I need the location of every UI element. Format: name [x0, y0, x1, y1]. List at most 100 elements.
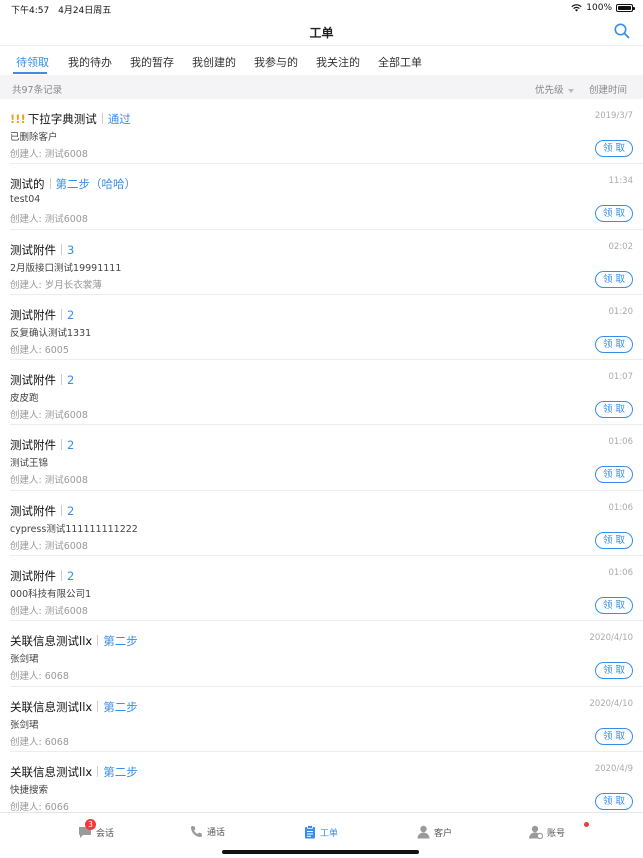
tab-my-todo[interactable]: 我的待办 — [68, 54, 112, 70]
title-separator — [101, 113, 103, 124]
tab-created-by-me[interactable]: 我创建的 — [192, 54, 236, 70]
battery-percent: 100% — [586, 3, 612, 13]
ticket-creator: 创建人: 6068 — [10, 736, 69, 748]
ticket-customer: 张剑珺 — [10, 719, 39, 731]
home-indicator[interactable] — [222, 850, 419, 854]
ticket-title-line: 测试附件 2 — [10, 372, 74, 388]
ticket-list: !!! 下拉字典测试 通过 已删除客户 创建人: 测试6008 2019/3/7 领取 测试的… — [0, 99, 643, 818]
bottom-tab-calls[interactable]: 通话 — [190, 825, 225, 838]
ticket-title: 测试附件 — [10, 569, 56, 584]
title-separator — [61, 504, 62, 516]
ticket-status: 通过 — [107, 112, 131, 126]
bottom-tab-tickets[interactable]: 工单 — [304, 825, 338, 839]
title-separator — [61, 243, 62, 255]
sort-created-time-button[interactable]: 创建时间 — [589, 82, 627, 96]
claim-button[interactable]: 领取 — [595, 270, 633, 288]
ticket-customer: 张剑珺 — [10, 654, 39, 666]
claim-button[interactable]: 领取 — [595, 727, 633, 745]
ticket-title: 测试附件 — [10, 307, 56, 322]
ticket-creator: 创建人: 测试6008 — [10, 214, 88, 226]
ticket-customer: cypress测试111111111222 — [10, 523, 138, 535]
ticket-row[interactable]: 测试附件 2 反复确认测试1331 创建人: 6005 01:20 领取 — [10, 295, 643, 361]
claim-button[interactable]: 领取 — [595, 597, 633, 615]
ticket-title-line: 关联信息测试llx 第二步 — [10, 764, 138, 780]
customer-icon — [417, 825, 430, 839]
tab-pending-claim[interactable]: 待领取 — [16, 54, 49, 70]
ticket-row[interactable]: 测试附件 2 cypress测试111111111222 创建人: 测试6008 01:… — [10, 491, 643, 557]
title-separator — [61, 374, 62, 386]
ticket-time: 01:07 — [608, 372, 634, 383]
ticket-status: 2 — [67, 503, 75, 518]
title-separator — [97, 700, 99, 712]
active-tab-indicator — [13, 72, 47, 74]
claim-button[interactable]: 领取 — [595, 466, 633, 484]
ticket-time: 2020/4/10 — [589, 633, 633, 644]
sort-priority-button[interactable]: 优先级 — [535, 82, 574, 96]
claim-button[interactable]: 领取 — [595, 531, 633, 549]
bottom-tab-account[interactable]: 账号 — [529, 825, 565, 839]
ticket-row[interactable]: 测试附件 3 2月版接口测试19991111 创建人: 岁月长衣裳薄 02:02 领取 — [10, 230, 643, 295]
bottom-tab-label: 客户 — [434, 828, 453, 839]
claim-button[interactable]: 领取 — [595, 792, 633, 810]
ticket-title: 测试附件 — [10, 242, 56, 257]
ticket-customer: 测试王锦 — [10, 458, 49, 470]
record-count: 共97条记录 — [12, 85, 63, 96]
ticket-status: 3 — [67, 242, 75, 257]
ticket-time: 2020/4/9 — [594, 763, 633, 774]
bottom-tab-label: 通话 — [207, 828, 226, 838]
bottom-tab-customers[interactable]: 客户 — [417, 825, 452, 839]
status-bar: 下午4:57 4月24日周五 100% — [0, 0, 643, 16]
tab-my-drafts[interactable]: 我的暂存 — [130, 54, 174, 70]
claim-button[interactable]: 领取 — [595, 401, 633, 419]
ticket-row[interactable]: 测试附件 2 测试王锦 创建人: 测试6008 01:06 领取 — [10, 425, 643, 491]
ticket-title: 测试的 — [10, 177, 45, 192]
ticket-creator: 创建人: 测试6008 — [10, 410, 88, 422]
bottom-tab-chat[interactable]: 3 会话 — [78, 819, 115, 839]
tab-followed[interactable]: 我关注的 — [316, 54, 360, 70]
sort-time-label: 创建时间 — [589, 85, 628, 96]
ticket-time: 01:06 — [608, 568, 634, 579]
ticket-title-line: 测试附件 2 — [10, 503, 74, 519]
battery-level — [618, 6, 631, 10]
ticket-row[interactable]: 测试附件 2 皮皮跑创建人: 测试6008 01:07 领取 — [10, 360, 643, 426]
claim-button[interactable]: 领取 — [595, 335, 633, 353]
ticket-time: 2019/3/7 — [594, 111, 633, 121]
battery-icon — [616, 4, 635, 12]
ticket-status: 2 — [67, 438, 75, 453]
ticket-row[interactable]: !!! 下拉字典测试 通过 已删除客户 创建人: 测试6008 2019/3/7 领取 — [10, 99, 643, 165]
ticket-creator: 创建人: 测试6008 — [10, 540, 88, 552]
ticket-status: 2 — [67, 569, 75, 584]
ticket-title-line: 测试的 第二步（哈哈） — [10, 176, 136, 192]
ticket-time: 02:02 — [608, 241, 634, 252]
title-separator — [61, 570, 62, 582]
bottom-tab-label: 会话 — [96, 828, 115, 839]
claim-button[interactable]: 领取 — [595, 205, 633, 223]
ticket-row[interactable]: 关联信息测试llx 第二步 张剑珺 创建人: 6068 2020/4/10 领取 — [10, 687, 643, 752]
ticket-status: 第二步 — [103, 699, 138, 714]
ticket-customer: 皮皮跑 — [10, 393, 39, 405]
status-time: 下午4:57 — [11, 6, 50, 16]
sort-priority-label: 优先级 — [535, 85, 564, 96]
unread-badge: 3 — [85, 819, 96, 830]
ticket-time: 01:06 — [608, 502, 634, 513]
ticket-time: 01:20 — [608, 306, 634, 317]
claim-button[interactable]: 领取 — [595, 140, 633, 157]
ticket-row[interactable]: 测试附件 2 000科技有限公司1 创建人: 测试6008 01:06 领取 — [10, 556, 643, 622]
claim-button[interactable]: 领取 — [595, 662, 633, 680]
ticket-title-line: !!! 下拉字典测试 通过 — [10, 111, 131, 127]
caret-down-icon — [567, 88, 574, 93]
filter-bar: 共97条记录 优先级 创建时间 — [0, 75, 643, 99]
ticket-row[interactable]: 关联信息测试llx 第二步 快捷搜索 创建人: 6066 2020/4/9 领取 — [10, 752, 643, 818]
tab-all-tickets[interactable]: 全部工单 — [378, 54, 422, 70]
search-icon[interactable] — [613, 22, 631, 40]
bottom-tab-label: 工单 — [320, 828, 339, 839]
ticket-icon — [305, 825, 315, 839]
notification-dot — [584, 822, 589, 827]
ticket-row[interactable]: 关联信息测试llx 第二步 张剑珺 创建人: 6068 2020/4/10 领取 — [10, 621, 643, 687]
title-separator — [61, 308, 62, 320]
ticket-customer: 反复确认测试1331 — [10, 327, 92, 339]
ticket-row[interactable]: 测试的 第二步（哈哈） test04 创建人: 测试6008 11:34 领取 — [10, 164, 643, 230]
ticket-customer: 000科技有限公司1 — [10, 589, 92, 601]
tab-participated[interactable]: 我参与的 — [254, 54, 298, 70]
ticket-creator: 创建人: 测试6008 — [10, 475, 88, 487]
